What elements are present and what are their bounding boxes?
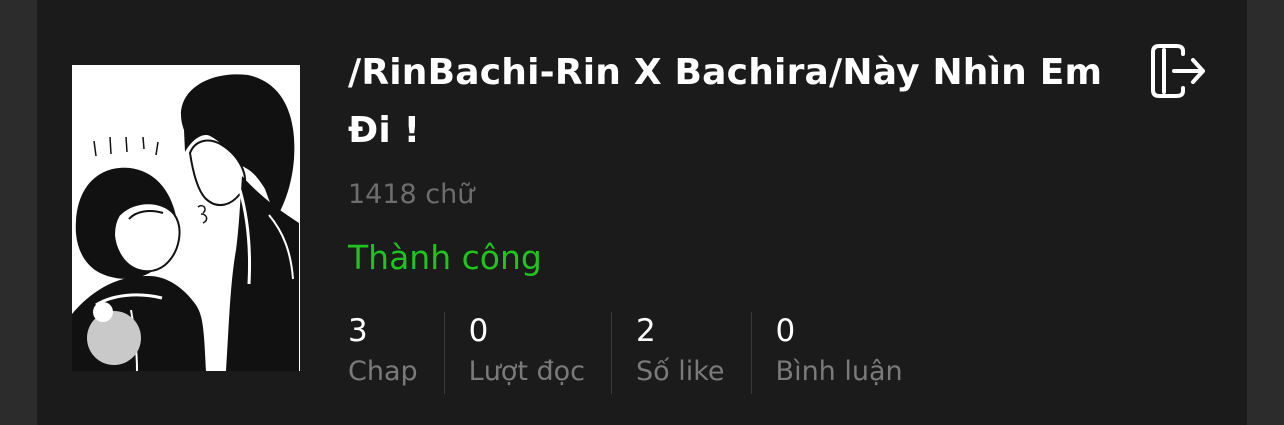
word-count: 1418 chữ: [348, 179, 475, 210]
stat-value: 0: [468, 313, 489, 349]
story-title[interactable]: /RinBachi-Rin X Bachira/Này Nhìn Em Đi !: [348, 44, 1108, 160]
stat-label: Bình luận: [775, 356, 903, 387]
stat-label: Chap: [348, 356, 418, 387]
stat-comments: 0 Bình luận: [776, 312, 903, 396]
stat-chapters: 3 Chap: [348, 312, 418, 396]
stat-divider: [443, 312, 445, 394]
story-card[interactable]: /RinBachi-Rin X Bachira/Này Nhìn Em Đi !…: [37, 0, 1247, 425]
stat-value: 0: [775, 313, 796, 349]
cover-illustration: [72, 65, 300, 371]
story-stats: 3 Chap 0 Lượt đọc 2 Số like 0 Bình luận: [348, 312, 903, 396]
stat-value: 2: [636, 313, 656, 349]
story-cover-image[interactable]: [72, 65, 300, 371]
stat-divider: [611, 312, 613, 394]
stat-reads: 0 Lượt đọc: [469, 312, 585, 396]
stat-likes: 2 Số like: [636, 312, 725, 396]
exit-icon: [1151, 44, 1205, 98]
stat-label: Lượt đọc: [468, 356, 586, 387]
stat-divider: [750, 312, 752, 394]
exit-button[interactable]: [1151, 44, 1207, 98]
stat-label: Số like: [636, 356, 725, 387]
status-label: Thành công: [348, 238, 542, 277]
stat-value: 3: [348, 313, 368, 349]
